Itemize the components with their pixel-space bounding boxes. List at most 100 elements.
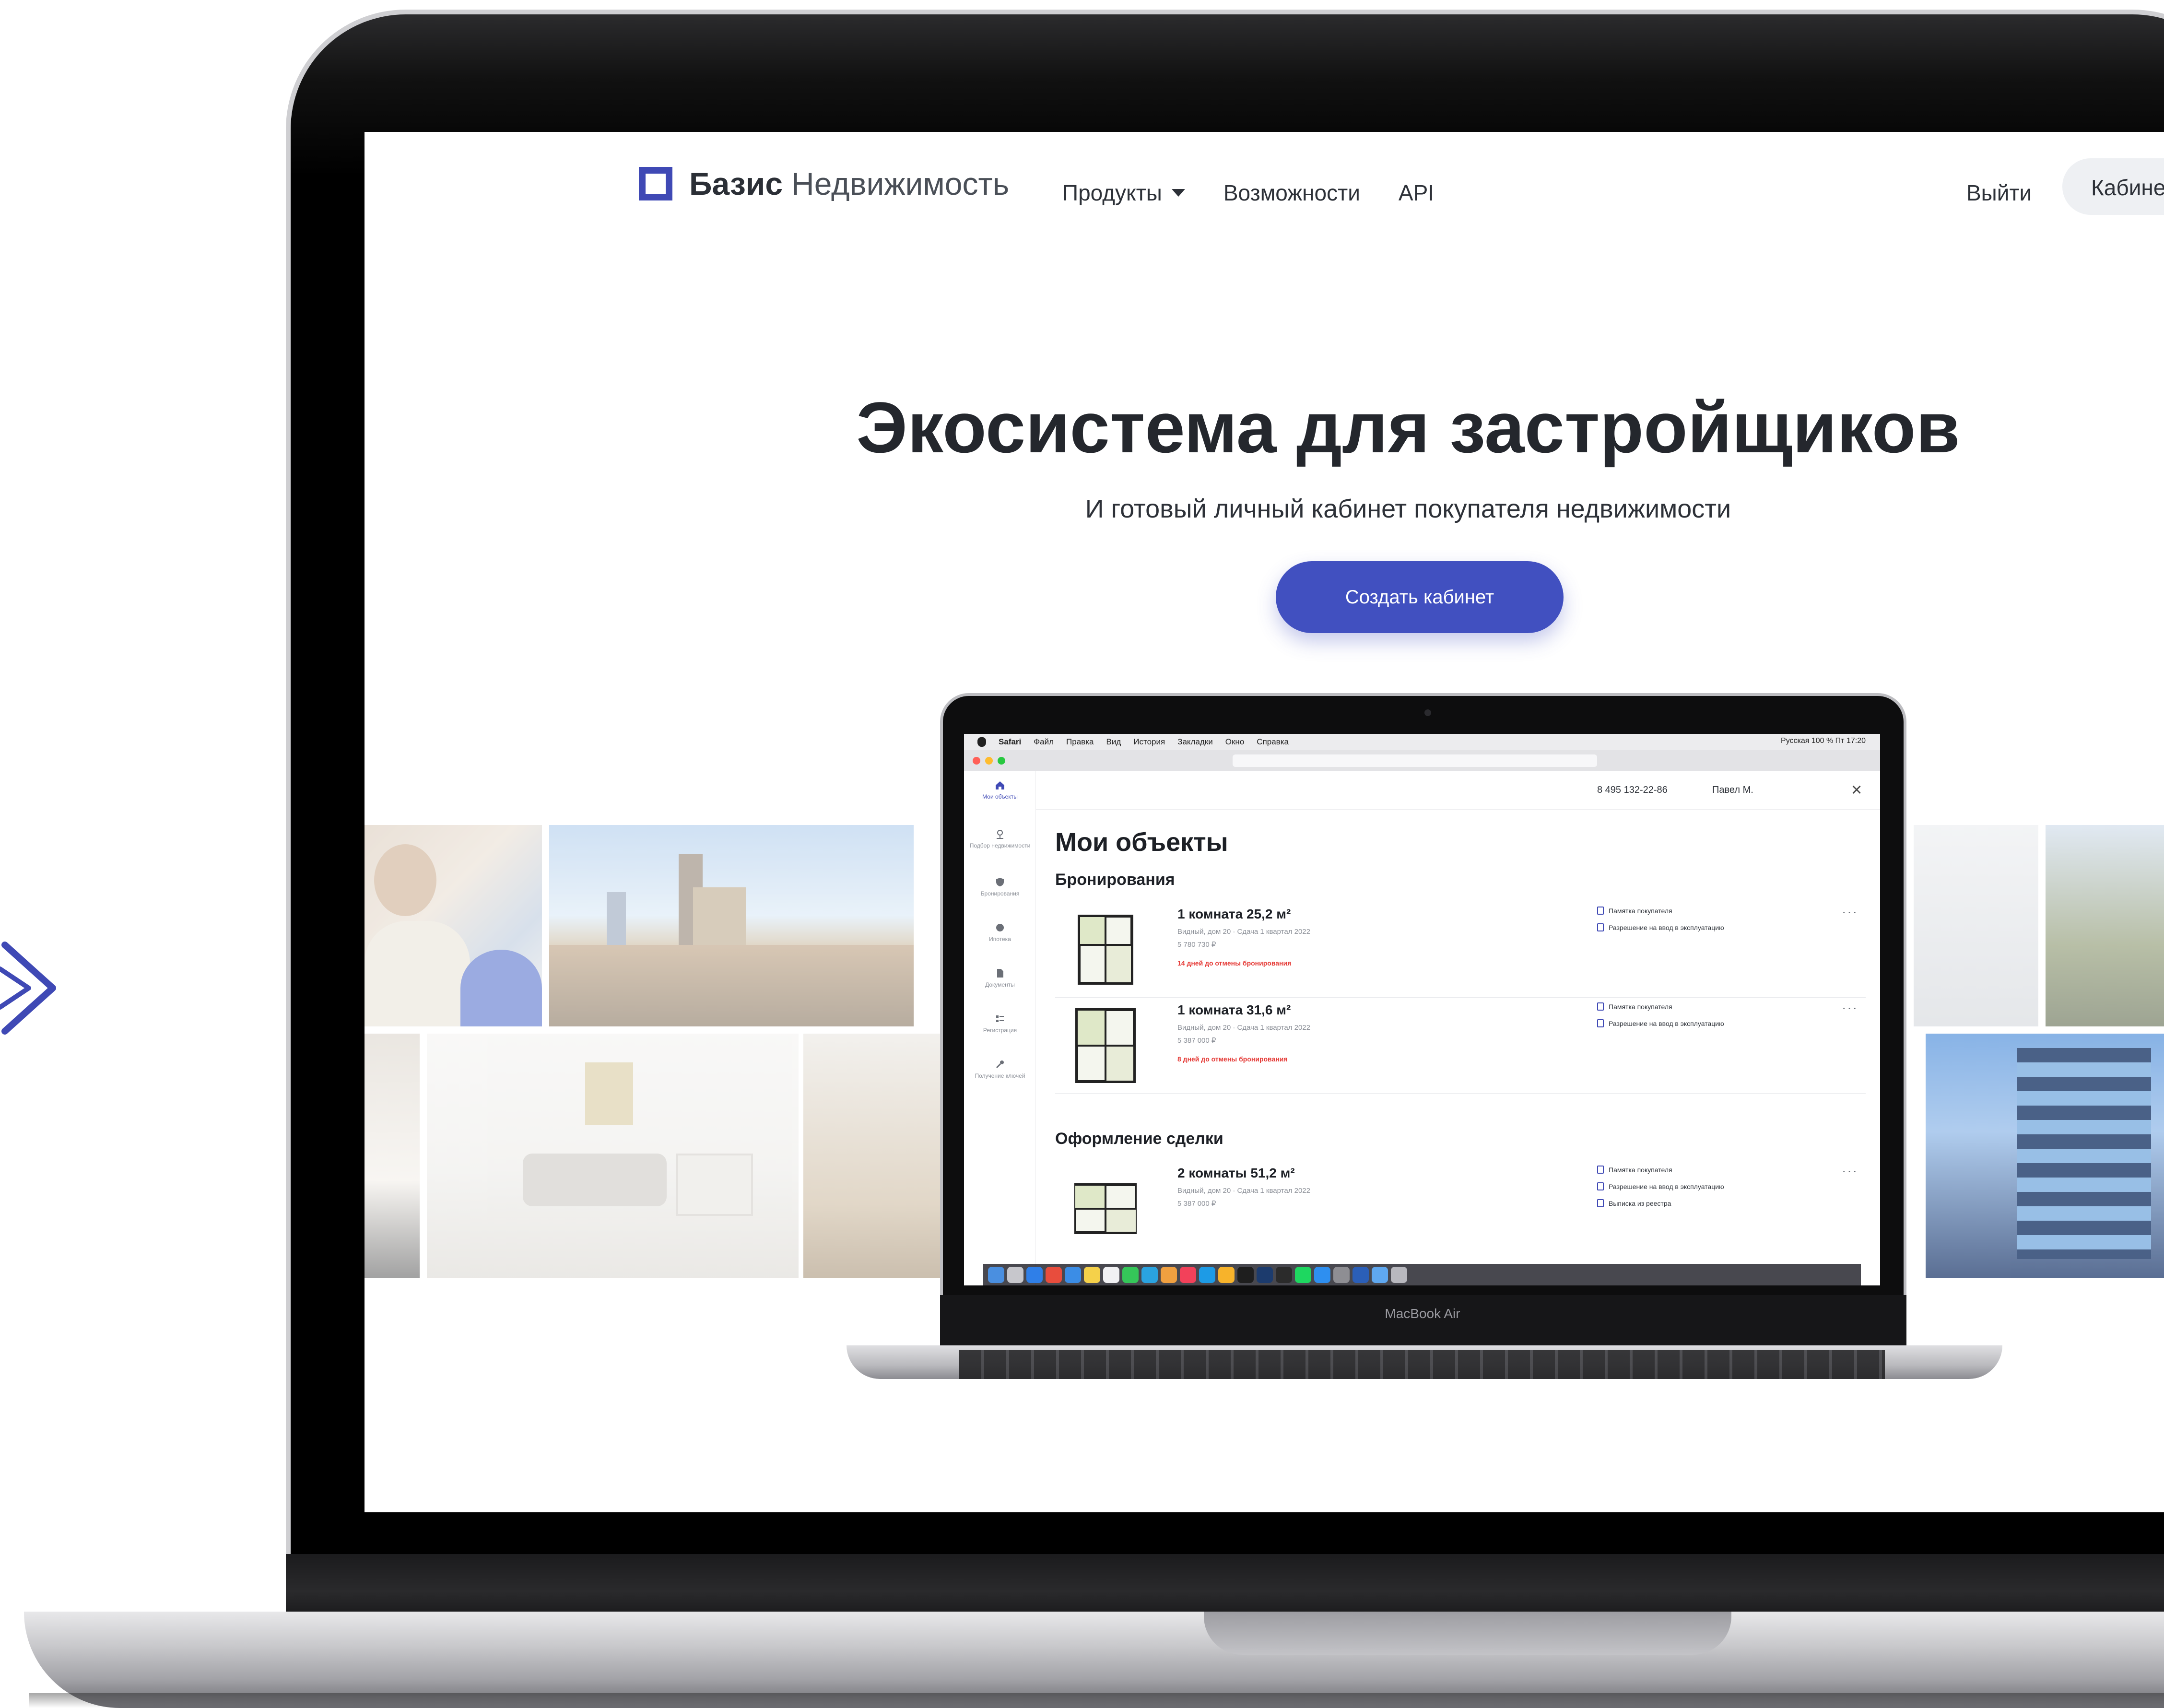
window-close-icon[interactable] [973,757,980,765]
doc-link[interactable]: Разрешение на ввод в эксплуатацию [1597,1019,1724,1027]
booking-warning: 8 дней до отмены бронирования [1177,1055,1288,1063]
photos-icon[interactable] [1161,1267,1177,1283]
mail-icon[interactable] [1065,1267,1081,1283]
list-check-icon [996,1015,1004,1022]
messages-icon[interactable] [1122,1267,1139,1283]
sidebar-item-label: Подбор недвижимости [969,842,1031,849]
object-price: 5 387 000 ₽ [1177,1200,1216,1208]
coin-icon [996,924,1004,931]
music-icon[interactable] [1180,1267,1196,1283]
telegram-icon[interactable] [1141,1267,1158,1283]
app-store-icon[interactable] [1314,1267,1330,1283]
doc-label: Выписка из реестра [1609,1199,1671,1207]
sketch-icon[interactable] [1218,1267,1235,1283]
apple-icon[interactable] [977,737,986,747]
inner-laptop-screen: Safari Файл Правка Вид История Закладки … [964,734,1880,1285]
doc-link[interactable]: Выписка из реестра [1597,1199,1671,1207]
outer-laptop-chin [286,1554,2164,1616]
photo-building [1926,1034,2164,1278]
notes-icon[interactable] [1084,1267,1100,1283]
spotify-icon[interactable] [1295,1267,1311,1283]
menu-window[interactable]: Окно [1225,737,1245,747]
list-item[interactable]: 2 комнаты 51,2 м² Видный, дом 20 · Сдача… [1055,1161,1866,1257]
nav-features-link[interactable]: Возможности [1223,180,1360,206]
sidebar-item-label: Ипотека [989,936,1011,942]
doc-link[interactable]: Разрешение на ввод в эксплуатацию [1597,1182,1724,1190]
sidebar-item-property-search[interactable]: Подбор недвижимости [964,829,1036,849]
terminal-icon[interactable] [1276,1267,1292,1283]
document-icon [997,969,1003,978]
caret-down-icon [1171,189,1185,197]
more-icon[interactable]: ··· [1842,904,1858,919]
menu-file[interactable]: Файл [1034,737,1054,747]
window-zoom-icon[interactable] [998,757,1005,765]
finder-icon[interactable] [988,1267,1004,1283]
window-minimize-icon[interactable] [985,757,993,765]
list-item[interactable]: 1 комната 25,2 м² Видный, дом 20 · Сдача… [1055,902,1866,998]
doc-link[interactable]: Памятка покупателя [1597,1002,1672,1011]
list-item[interactable]: 1 комната 31,6 м² Видный, дом 20 · Сдача… [1055,998,1866,1094]
sidebar-item-mortgage[interactable]: Ипотека [964,922,1036,942]
logout-link[interactable]: Выйти [1966,180,2032,206]
skype-icon[interactable] [1199,1267,1215,1283]
settings-icon[interactable] [1333,1267,1350,1283]
cabinet-button[interactable]: Кабине [2062,158,2164,215]
trash-icon[interactable] [1391,1267,1407,1283]
document-icon [1597,1182,1604,1190]
more-icon[interactable]: ··· [1842,1163,1858,1178]
menu-view[interactable]: Вид [1106,737,1121,747]
sidebar-item-keys[interactable]: Получение ключей [964,1059,1036,1079]
booking-warning: 14 дней до отмены бронирования [1177,959,1292,967]
home-icon [996,781,1004,789]
inner-laptop-model-label: MacBook Air [1385,1306,1460,1321]
nav-products-dropdown[interactable]: Продукты [1062,180,1185,206]
section-title-deal: Оформление сделки [1055,1130,1223,1148]
arrow-right-icon [0,942,56,1035]
doc-link[interactable]: Разрешение на ввод в эксплуатацию [1597,923,1724,931]
sidebar-item-bookings[interactable]: Бронирования [964,877,1036,897]
doc-link[interactable]: Памятка покупателя [1597,1166,1672,1174]
menu-bookmarks[interactable]: Закладки [1177,737,1213,747]
sidebar-item-documents[interactable]: Документы [964,968,1036,988]
photo-woman [365,825,542,1026]
outer-laptop-shadow [29,1693,2164,1708]
floorplan-image [1074,1183,1137,1234]
safari-toolbar [964,750,1880,771]
document-icon [1597,923,1604,931]
sidebar-item-label: Документы [985,981,1015,988]
close-icon[interactable]: × [1851,781,1862,799]
nav-api-link[interactable]: API [1399,180,1434,206]
hero-title: Экосистема для застройщиков [856,387,1960,468]
object-price: 5 780 730 ₽ [1177,941,1216,949]
menu-safari[interactable]: Safari [999,737,1021,747]
word-icon[interactable] [1352,1267,1369,1283]
app-sidebar: Мои объекты Подбор недвижимости Брониров… [964,771,1036,1285]
site-logo[interactable]: Базис Недвижимость [639,165,1009,202]
object-meta: Видный, дом 20 · Сдача 1 квартал 2022 [1177,1187,1310,1195]
sidebar-item-label: Бронирования [980,890,1020,897]
mac-dock [983,1264,1861,1285]
user-menu[interactable]: Павел М. [1712,785,1753,796]
launchpad-icon[interactable] [1007,1267,1023,1283]
section-title-bookings: Бронирования [1055,871,1175,889]
photoshop-icon[interactable] [1257,1267,1273,1283]
create-cabinet-button[interactable]: Создать кабинет [1276,561,1564,633]
doc-link[interactable]: Памятка покупателя [1597,907,1672,915]
menu-help[interactable]: Справка [1257,737,1289,747]
safari-url-field[interactable] [1233,754,1597,767]
safari-icon[interactable] [1026,1267,1043,1283]
location-pin-icon [997,830,1003,839]
sidebar-item-label: Регистрация [983,1027,1017,1034]
phone-number[interactable]: 8 495 132-22-86 [1597,785,1668,796]
more-icon[interactable]: ··· [1842,1000,1858,1015]
chrome-icon[interactable] [1046,1267,1062,1283]
figma-icon[interactable] [1237,1267,1254,1283]
sidebar-item-registration[interactable]: Регистрация [964,1013,1036,1034]
document-icon [1597,1019,1604,1027]
sidebar-item-my-objects[interactable]: Мои объекты [964,780,1036,800]
menu-history[interactable]: История [1133,737,1165,747]
folder-icon[interactable] [1372,1267,1388,1283]
photo-right-1 [1914,825,2038,1026]
menu-edit[interactable]: Правка [1066,737,1094,747]
calendar-icon[interactable] [1103,1267,1119,1283]
